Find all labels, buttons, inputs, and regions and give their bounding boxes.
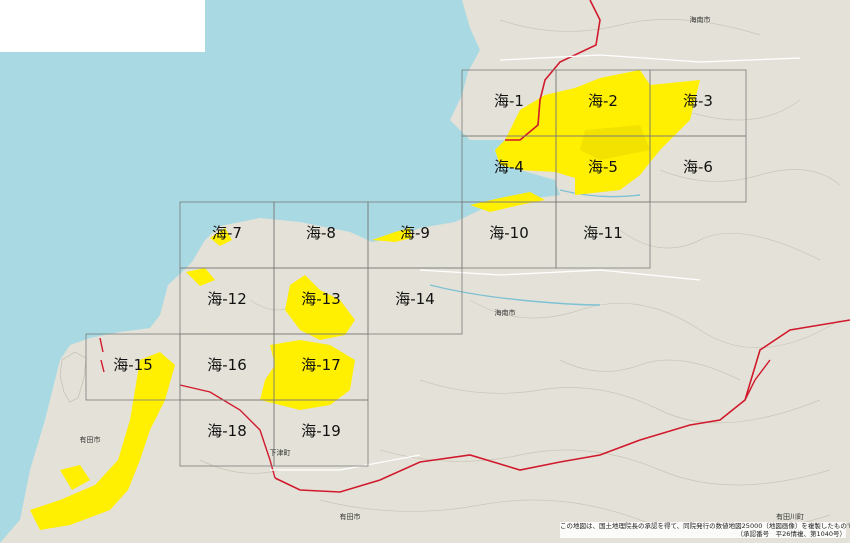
grid-cell-label: 海-17: [301, 356, 341, 374]
place-name: 有田川町: [776, 512, 804, 521]
place-name: 下津町: [270, 449, 291, 457]
grid-cell-label: 海-16: [207, 356, 247, 374]
topographic-map: 海-1 海-2 海-3 海-4 海-5 海-6 海-7 海-8 海-9 海-10 海-11 海-12 海…: [0, 0, 850, 543]
grid-cell-label: 海-13: [301, 290, 341, 308]
grid-cell-label: 海-12: [207, 290, 247, 308]
grid-cell-label: 海-18: [207, 422, 247, 440]
grid-cell-label: 海-1: [494, 92, 524, 110]
place-name: 有田市: [80, 435, 101, 444]
grid-cell-label: 海-10: [489, 224, 529, 242]
grid-cell-label: 海-2: [588, 92, 618, 110]
map-credit: この地図は、国土地理院長の承認を得て、同院発行の数値地図25000（地図画像）を…: [560, 522, 850, 538]
blank-corner: [0, 0, 205, 52]
place-name: 有田市: [340, 512, 361, 521]
place-name: 海南市: [495, 308, 516, 317]
credit-line-2: （承認番号 平26情複、第1040号）: [736, 530, 846, 538]
island: [59, 351, 87, 403]
grid-cell-label: 海-5: [588, 158, 618, 176]
boundary-line-east: [744, 359, 771, 401]
place-name: 海南市: [690, 15, 711, 24]
grid-cell-label: 海-19: [301, 422, 341, 440]
grid-cell-label: 海-11: [583, 224, 623, 242]
grid-cell-label: 海-4: [494, 158, 524, 176]
grid-cell-label: 海-9: [400, 224, 430, 242]
grid-cell-label: 海-6: [683, 158, 713, 176]
grid-cell-label: 海-3: [683, 92, 713, 110]
grid-cell-label: 海-14: [395, 290, 435, 308]
grid-cell-label: 海-8: [306, 224, 336, 242]
grid-cell-label: 海-15: [113, 356, 153, 374]
grid-cell-label: 海-7: [212, 224, 242, 242]
credit-line-1: この地図は、国土地理院長の承認を得て、同院発行の数値地図25000（地図画像）を…: [560, 522, 850, 530]
map-canvas[interactable]: 海-1 海-2 海-3 海-4 海-5 海-6 海-7 海-8 海-9 海-10 海-11 海-12 海…: [0, 0, 850, 543]
